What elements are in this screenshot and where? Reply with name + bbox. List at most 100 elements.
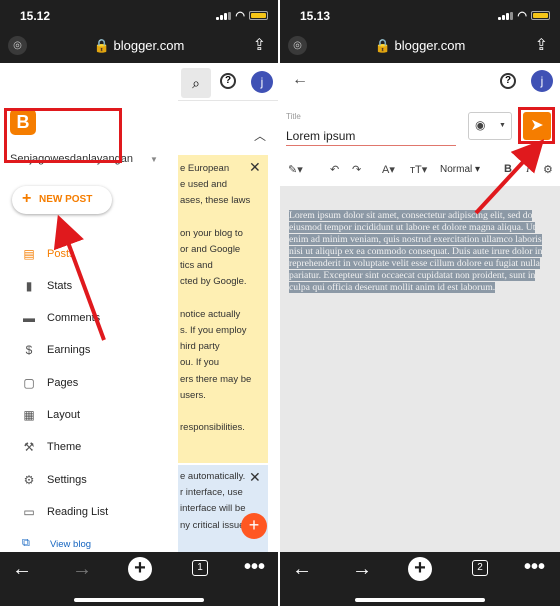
sidebar-item-earnings[interactable]: $ Earnings xyxy=(0,335,178,365)
selected-body-text: Lorem ipsum dolor sit amet, consectetur … xyxy=(289,210,543,293)
share-icon[interactable]: ⇪ xyxy=(253,35,266,55)
notice-line: notice actually xyxy=(180,308,241,320)
paragraph-format-select[interactable]: Normal ▾ xyxy=(440,164,480,175)
share-icon[interactable]: ⇪ xyxy=(535,35,548,55)
forward-icon[interactable]: → xyxy=(352,558,372,581)
chevron-up-icon[interactable]: ︿ xyxy=(254,127,266,144)
browser-toolbar: ← → + 1 ••• xyxy=(0,552,278,606)
url-bar[interactable]: ◎ 🔒 blogger.com ⇪ xyxy=(280,30,560,63)
back-arrow-icon[interactable]: ← xyxy=(292,71,308,89)
highlight-box xyxy=(4,108,122,163)
home-indicator xyxy=(355,598,485,602)
notice-line: s. If you employ xyxy=(180,325,247,336)
new-tab-button[interactable]: + xyxy=(408,557,432,581)
title-label: Title xyxy=(286,112,301,121)
undo-icon[interactable]: ↶ xyxy=(330,163,339,176)
sidebar-item-pages[interactable]: ▢ Pages xyxy=(0,368,178,398)
new-tab-button[interactable]: + xyxy=(128,557,152,581)
posts-icon: ▤ xyxy=(23,247,35,261)
notice-line: ny critical issue xyxy=(180,519,245,531)
post-body[interactable]: Lorem ipsum dolor sit amet, consectetur … xyxy=(289,210,557,294)
sidebar-item-label: Layout xyxy=(47,409,81,421)
notice-line: or and Google xyxy=(180,244,241,255)
signal-icon xyxy=(498,12,513,20)
sidebar-item-layout[interactable]: ▦ Layout xyxy=(0,400,178,430)
sidebar-item-label: Reading List xyxy=(47,506,109,518)
theme-icon: ⚒ xyxy=(23,440,35,454)
title-input[interactable] xyxy=(286,126,456,146)
help-icon[interactable]: ? xyxy=(220,73,236,89)
text-color-icon[interactable]: A▾ xyxy=(382,163,395,176)
more-icon[interactable]: ••• xyxy=(244,556,265,579)
back-icon[interactable]: ← xyxy=(292,558,312,581)
highlight-box xyxy=(518,107,555,144)
sidebar-item-posts[interactable]: ▤ Posts xyxy=(0,239,178,269)
dropdown-icon[interactable]: ▼ xyxy=(499,122,506,129)
editor-header: ← ? j xyxy=(280,63,560,99)
chevron-down-icon[interactable]: ▼ xyxy=(150,155,158,164)
stats-icon: ▮ xyxy=(25,279,33,293)
layout-icon: ▦ xyxy=(23,408,35,422)
italic-icon[interactable]: I xyxy=(526,163,530,175)
bold-icon[interactable]: B xyxy=(504,163,512,175)
back-icon[interactable]: ← xyxy=(12,558,32,581)
tab-count[interactable]: 2 xyxy=(472,560,488,576)
search-icon[interactable]: ⌕ xyxy=(181,68,211,98)
url-text[interactable]: 🔒 blogger.com xyxy=(0,38,278,54)
notice-line: hird party xyxy=(180,341,220,353)
status-time: 15.12 xyxy=(20,9,51,23)
avatar[interactable]: j xyxy=(531,70,553,92)
battery-icon xyxy=(531,11,550,20)
new-post-button[interactable]: + NEW POST xyxy=(12,186,112,214)
avatar[interactable]: j xyxy=(251,71,273,93)
url-bar[interactable]: ◎ 🔒 blogger.com ⇪ xyxy=(0,30,278,63)
sidebar-item-label: Posts xyxy=(47,248,75,260)
notice-line: r interface, use xyxy=(180,487,243,499)
url-text[interactable]: 🔒 blogger.com xyxy=(280,38,560,54)
sidebar-item-theme[interactable]: ⚒ Theme xyxy=(0,432,178,462)
settings-icon[interactable]: ⚙ xyxy=(543,163,553,176)
wifi-icon: ◠ xyxy=(235,10,245,22)
earnings-icon: $ xyxy=(25,343,33,357)
battery-icon xyxy=(249,11,268,20)
notice-line: ou. If you xyxy=(180,357,220,369)
left-phone-screen: 15.12 ◠ ◎ 🔒 blogger.com ⇪ ⌕ ? j ︿ ✕ e Eu… xyxy=(0,0,278,606)
pen-icon[interactable]: ✎▾ xyxy=(288,163,303,176)
format-toolbar: ✎▾ ↶ ↷ A▾ ᴛT▾ Normal ▾ B I ⚙ xyxy=(280,158,560,184)
notice-line: responsibilities. xyxy=(180,422,245,434)
notice-line: e automatically. xyxy=(180,471,246,482)
reading-list-icon: ▭ xyxy=(23,505,35,519)
sidebar-item-label: Settings xyxy=(47,474,87,486)
sidebar-item-stats[interactable]: ▮ Stats xyxy=(0,271,178,301)
notice-line: cted by Google. xyxy=(180,276,247,288)
browser-toolbar: ← → + 2 ••• xyxy=(280,552,560,606)
view-blog-label: View blog xyxy=(50,539,92,550)
sidebar-item-label: Earnings xyxy=(47,344,91,356)
sidebar-item-settings[interactable]: ⚙ Settings xyxy=(0,465,178,495)
status-time: 15.13 xyxy=(300,9,331,23)
add-post-fab[interactable]: + xyxy=(241,513,267,539)
more-icon[interactable]: ••• xyxy=(524,556,545,579)
background-page: ⌕ ? j ︿ ✕ e European e used and ases, thes… xyxy=(178,63,278,552)
notice-line: ases, these laws xyxy=(180,195,251,207)
help-icon[interactable]: ? xyxy=(500,73,516,89)
tab-count[interactable]: 1 xyxy=(192,560,208,576)
notice-line: e used and xyxy=(180,179,228,191)
eye-icon: ◉ xyxy=(475,118,486,132)
sidebar-item-comments[interactable]: ▬ Comments xyxy=(0,303,178,333)
notice-line: on your blog to xyxy=(180,227,243,239)
signal-icon xyxy=(216,12,231,20)
redo-icon[interactable]: ↷ xyxy=(352,163,361,176)
preview-button[interactable]: ◉ ▼ xyxy=(468,112,512,140)
status-bar: 15.13 ◠ xyxy=(280,0,560,30)
forward-icon[interactable]: → xyxy=(72,558,92,581)
sidebar-item-reading-list[interactable]: ▭ Reading List xyxy=(0,497,178,527)
notice-line: e European xyxy=(180,163,230,174)
font-size-icon[interactable]: ᴛT▾ xyxy=(410,163,427,176)
close-icon[interactable]: ✕ xyxy=(249,469,261,485)
close-icon[interactable]: ✕ xyxy=(249,159,261,175)
notice-line: users. xyxy=(180,389,206,401)
pages-icon: ▢ xyxy=(23,376,35,390)
home-indicator xyxy=(74,598,204,602)
open-external-icon: ⧉ xyxy=(22,537,30,549)
